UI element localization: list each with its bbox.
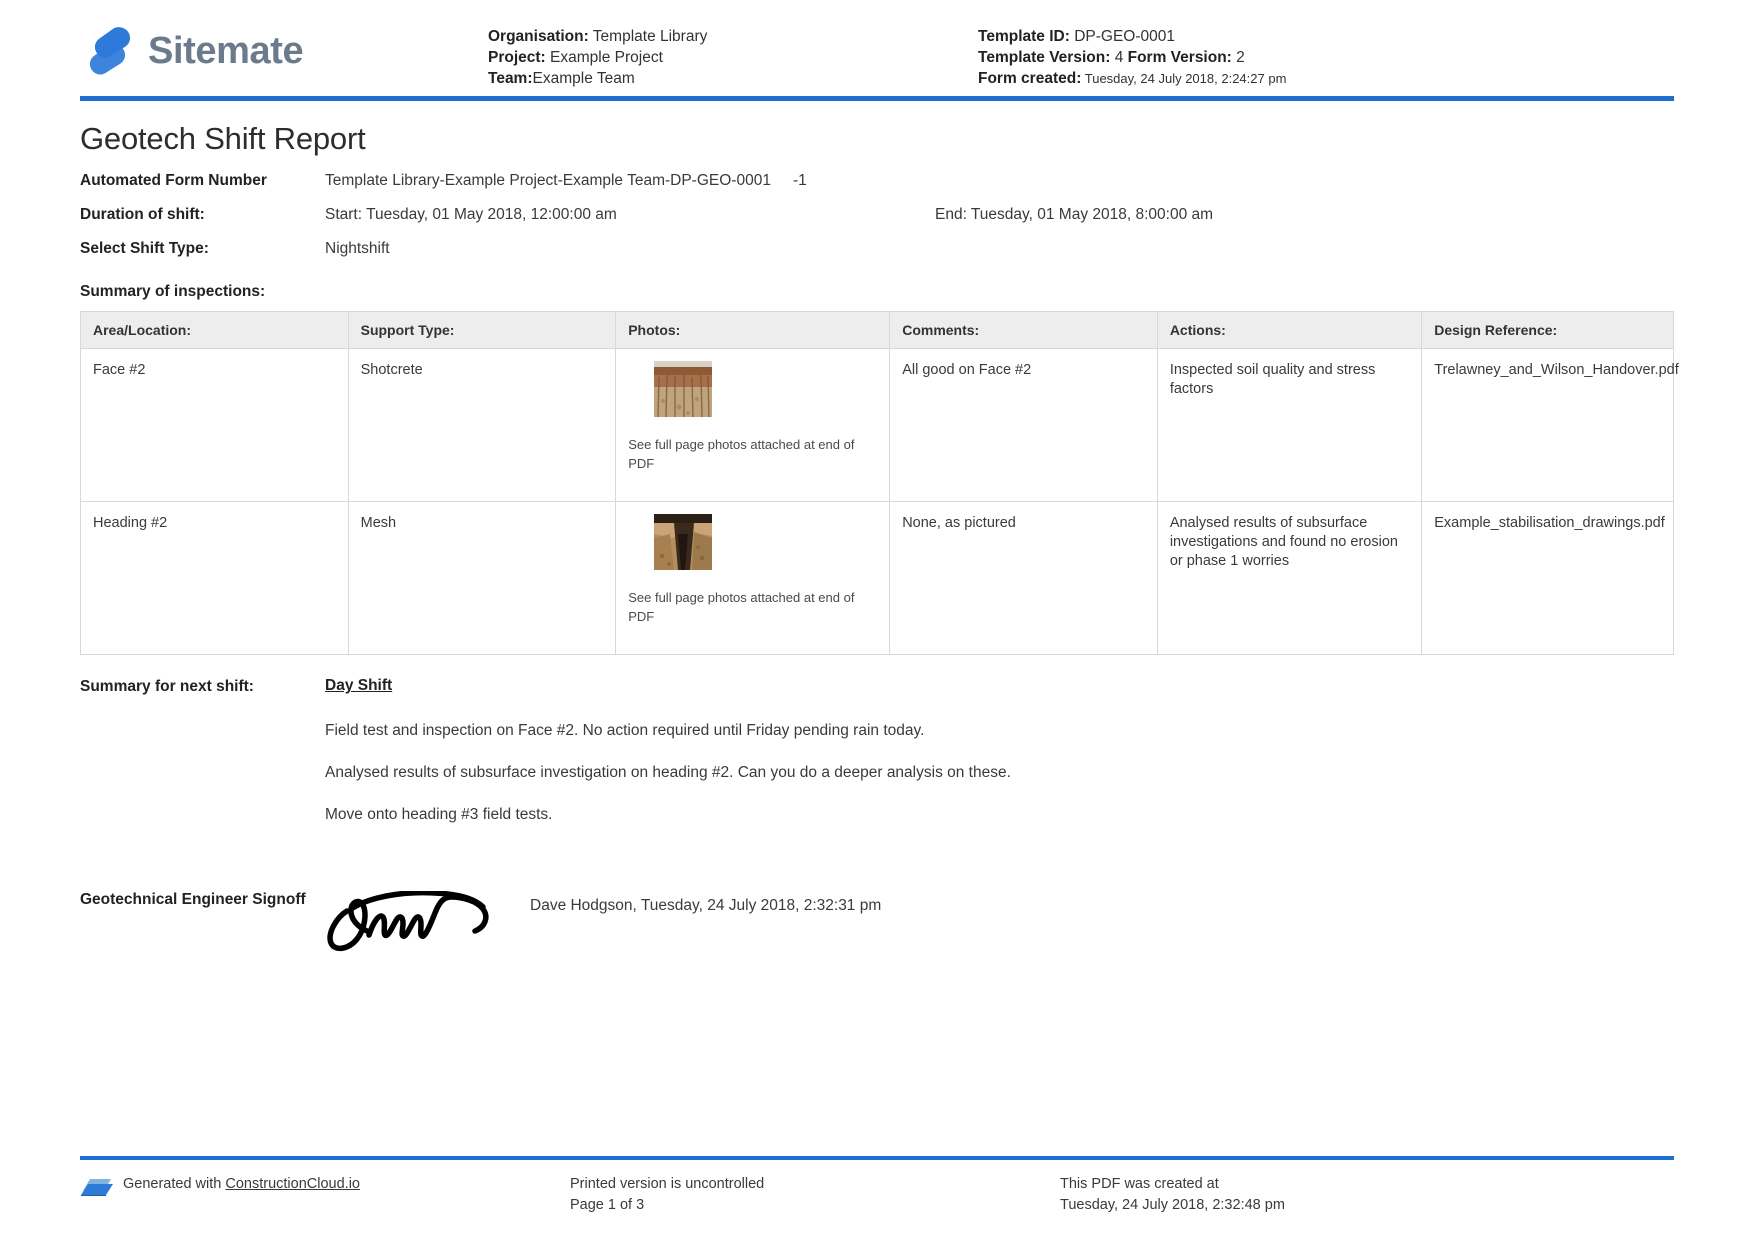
shift-type-value: Nightshift	[325, 240, 390, 257]
signature-area	[325, 889, 530, 962]
organisation-line: Organisation: Template Library	[488, 26, 968, 47]
table-row: Heading #2 Mesh See full page photos att…	[80, 501, 1674, 655]
cell-support-type: Shotcrete	[347, 348, 617, 502]
form-created-label: Form created:	[978, 70, 1082, 87]
constructioncloud-link[interactable]: ConstructionCloud.io	[225, 1176, 360, 1192]
header-meta-left: Organisation: Template Library Project: …	[488, 18, 968, 89]
brand-logo: Sitemate	[88, 18, 488, 76]
column-header-design-reference: Design Reference:	[1421, 311, 1674, 349]
printed-notice: Printed version is uncontrolled	[570, 1176, 765, 1192]
photo-note: See full page photos attached at end of …	[628, 590, 855, 624]
template-version-line: Template Version: 4 Form Version: 2	[978, 47, 1674, 68]
column-header-comments: Comments:	[889, 311, 1158, 349]
document-body: Geotech Shift Report Automated Form Numb…	[0, 121, 1754, 962]
cell-actions: Analysed results of subsurface investiga…	[1156, 501, 1423, 655]
header-divider	[80, 96, 1674, 101]
signoff-meta: Dave Hodgson, Tuesday, 24 July 2018, 2:3…	[530, 897, 882, 914]
cell-area: Face #2	[80, 348, 349, 502]
table-header-row: Area/Location: Support Type: Photos: Com…	[80, 311, 1674, 349]
shift-type-row: Select Shift Type: Nightshift	[80, 239, 1674, 259]
form-created-line: Form created: Tuesday, 24 July 2018, 2:2…	[978, 68, 1674, 89]
cell-photos: See full page photos attached at end of …	[615, 348, 891, 502]
footer-divider	[80, 1156, 1674, 1160]
automated-form-number-value-group: Template Library-Example Project-Example…	[325, 171, 1674, 191]
form-created-value: Tuesday, 24 July 2018, 2:24:27 pm	[1084, 71, 1287, 86]
team-line: Team:Example Team	[488, 68, 968, 89]
shift-type-label: Select Shift Type:	[80, 240, 209, 257]
team-label: Team:	[488, 70, 533, 87]
summary-next-shift-body: Day Shift Field test and inspection on F…	[325, 677, 1674, 847]
cell-support-type: Mesh	[347, 501, 617, 655]
photo-thumbnail-rock-face[interactable]	[654, 361, 713, 417]
cell-comments: None, as pictured	[889, 501, 1158, 655]
page-number: Page 1 of 3	[570, 1197, 645, 1213]
automated-form-number-suffix: -1	[792, 172, 807, 189]
generated-with-prefix: Generated with	[123, 1176, 226, 1192]
duration-end-value: End: Tuesday, 01 May 2018, 8:00:00 am	[935, 206, 1214, 223]
summary-next-shift-heading: Day Shift	[325, 677, 393, 694]
team-value: Example Team	[532, 70, 635, 87]
column-header-area: Area/Location:	[80, 311, 349, 349]
footer-generated-text: Generated with ConstructionCloud.io	[123, 1174, 360, 1195]
automated-form-number-label: Automated Form Number	[80, 172, 267, 189]
summary-paragraph: Move onto heading #3 field tests.	[325, 806, 553, 823]
organisation-label: Organisation:	[488, 28, 589, 45]
template-id-line: Template ID: DP-GEO-0001	[978, 26, 1674, 47]
cell-comments: All good on Face #2	[889, 348, 1158, 502]
automated-form-number-row: Automated Form Number Template Library-E…	[80, 171, 1674, 191]
form-version-label: Form Version:	[1127, 49, 1232, 66]
header-meta-right: Template ID: DP-GEO-0001 Template Versio…	[968, 18, 1674, 89]
pdf-created-value: Tuesday, 24 July 2018, 2:32:48 pm	[1060, 1197, 1285, 1213]
page-header: Sitemate Organisation: Template Library …	[0, 0, 1754, 92]
cell-photos: See full page photos attached at end of …	[615, 501, 891, 655]
duration-of-shift-row: Duration of shift: Start: Tuesday, 01 Ma…	[80, 205, 1674, 225]
page-title: Geotech Shift Report	[80, 121, 366, 156]
template-id-value: DP-GEO-0001	[1074, 28, 1175, 45]
column-header-actions: Actions:	[1156, 311, 1423, 349]
summary-of-inspections-label: Summary of inspections:	[80, 283, 266, 300]
template-version-label: Template Version:	[978, 49, 1111, 66]
organisation-value: Template Library	[592, 28, 708, 45]
cloud-icon	[81, 1179, 113, 1196]
footer-pdf-created: This PDF was created at Tuesday, 24 July…	[1060, 1174, 1674, 1216]
automated-form-number-value: Template Library-Example Project-Example…	[325, 172, 771, 189]
footer-print-notice: Printed version is uncontrolled Page 1 o…	[570, 1174, 1060, 1216]
pdf-created-label: This PDF was created at	[1060, 1176, 1219, 1192]
signature-icon	[327, 889, 489, 952]
table-row: Face #2 Shotcrete See full page photos a…	[80, 348, 1679, 502]
photo-note: See full page photos attached at end of …	[628, 437, 855, 471]
column-header-support-type: Support Type:	[347, 311, 617, 349]
cell-actions: Inspected soil quality and stress factor…	[1156, 348, 1423, 502]
project-line: Project: Example Project	[488, 47, 968, 68]
summary-next-shift-section: Summary for next shift: Day Shift Field …	[80, 677, 1674, 847]
duration-of-shift-label: Duration of shift:	[80, 206, 205, 223]
template-version-value: 4	[1114, 49, 1124, 66]
cell-area: Heading #2	[80, 501, 349, 655]
inspections-table: Area/Location: Support Type: Photos: Com…	[80, 311, 1679, 655]
column-header-photos: Photos:	[615, 311, 891, 349]
sitemate-logo-icon	[89, 27, 131, 75]
duration-start-value: Start: Tuesday, 01 May 2018, 12:00:00 am	[325, 206, 617, 223]
template-id-label: Template ID:	[978, 28, 1070, 45]
summary-paragraph: Field test and inspection on Face #2. No…	[325, 722, 925, 739]
project-label: Project:	[488, 49, 546, 66]
page-footer: Generated with ConstructionCloud.io Prin…	[0, 1156, 1754, 1216]
cell-design-reference: Example_stabilisation_drawings.pdf	[1421, 501, 1674, 655]
signoff-label: Geotechnical Engineer Signoff	[80, 891, 306, 908]
form-version-value: 2	[1236, 49, 1245, 66]
signoff-section: Geotechnical Engineer Signoff Dave Hodgs…	[80, 889, 1674, 962]
pdf-page: Sitemate Organisation: Template Library …	[0, 0, 1754, 1240]
summary-next-shift-label: Summary for next shift:	[80, 678, 254, 695]
footer-generated-with: Generated with ConstructionCloud.io	[80, 1174, 570, 1216]
project-value: Example Project	[550, 49, 663, 66]
photo-thumbnail-excavation[interactable]	[654, 514, 713, 570]
cell-design-reference: Trelawney_and_Wilson_Handover.pdf	[1421, 348, 1679, 502]
brand-name: Sitemate	[148, 30, 304, 72]
summary-paragraph: Analysed results of subsurface investiga…	[325, 764, 1011, 781]
